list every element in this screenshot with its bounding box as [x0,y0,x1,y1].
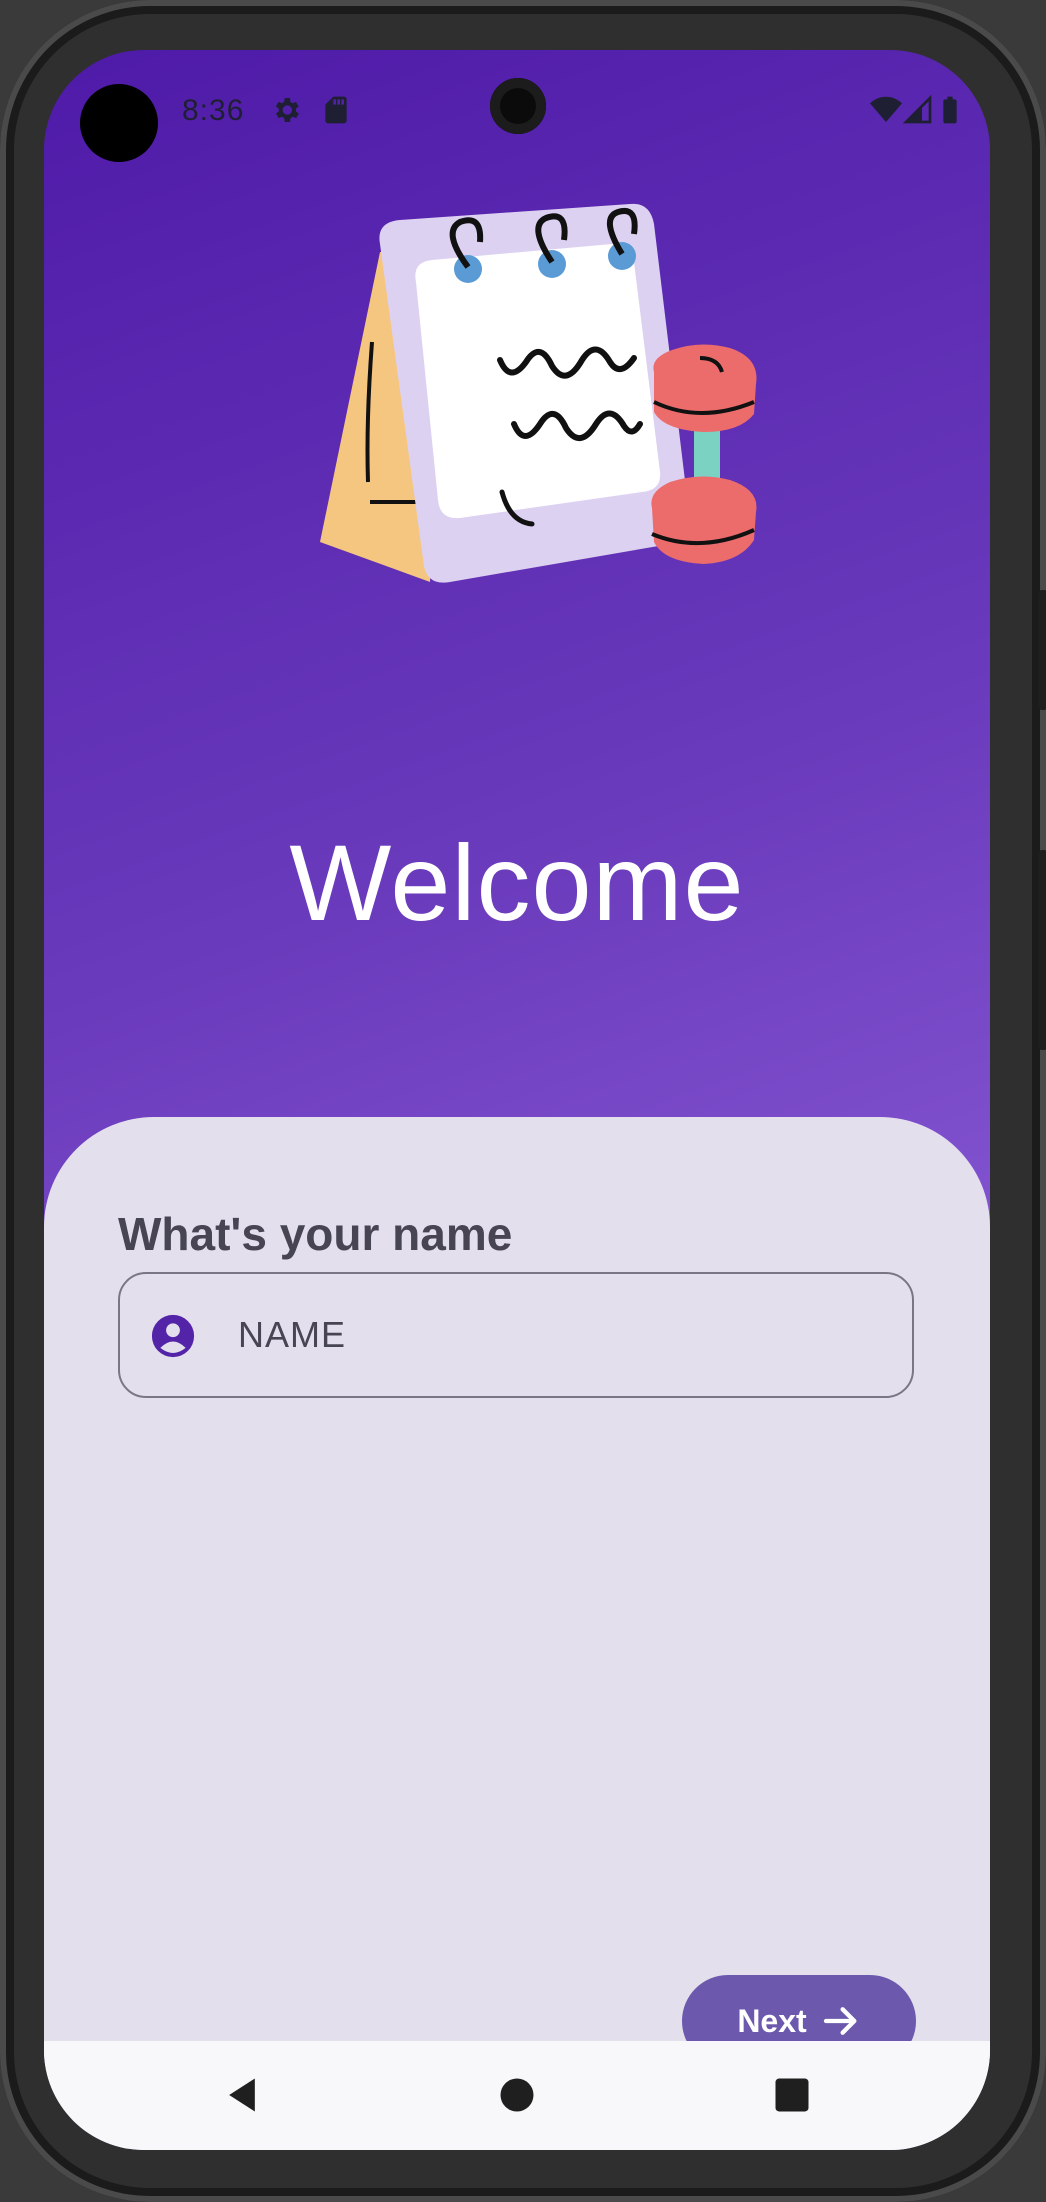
settings-icon [275,98,299,122]
name-input-field[interactable]: NAME [118,1272,914,1398]
recents-icon[interactable] [770,2073,814,2117]
status-time: 8:36 [182,94,245,127]
home-icon[interactable] [495,2073,539,2117]
front-camera [490,78,546,134]
sd-card-icon [325,96,347,124]
next-button-label: Next [737,2002,807,2039]
welcome-title: Welcome [289,822,745,943]
calendar-with-dumbbell-illustration [320,203,757,583]
volume-button [1038,590,1046,710]
account-circle-icon [151,1314,195,1358]
back-icon[interactable] [220,2073,264,2117]
system-navigation-bar [44,2041,990,2150]
wifi-icon [870,96,902,122]
status-bar: 8:36 [44,50,990,170]
front-camera-cutout [80,84,158,162]
app-screen: 8:36 Welcome What's your name NAME Next [44,50,990,2150]
cell-signal-icon [902,94,932,124]
battery-icon [943,96,957,124]
arrow-right-icon [823,2007,857,2035]
name-prompt-label: What's your name [118,1208,513,1260]
phone-frame: 8:36 Welcome What's your name NAME Next [0,0,1046,2202]
power-button [1038,850,1046,1050]
name-placeholder: NAME [238,1314,347,1355]
